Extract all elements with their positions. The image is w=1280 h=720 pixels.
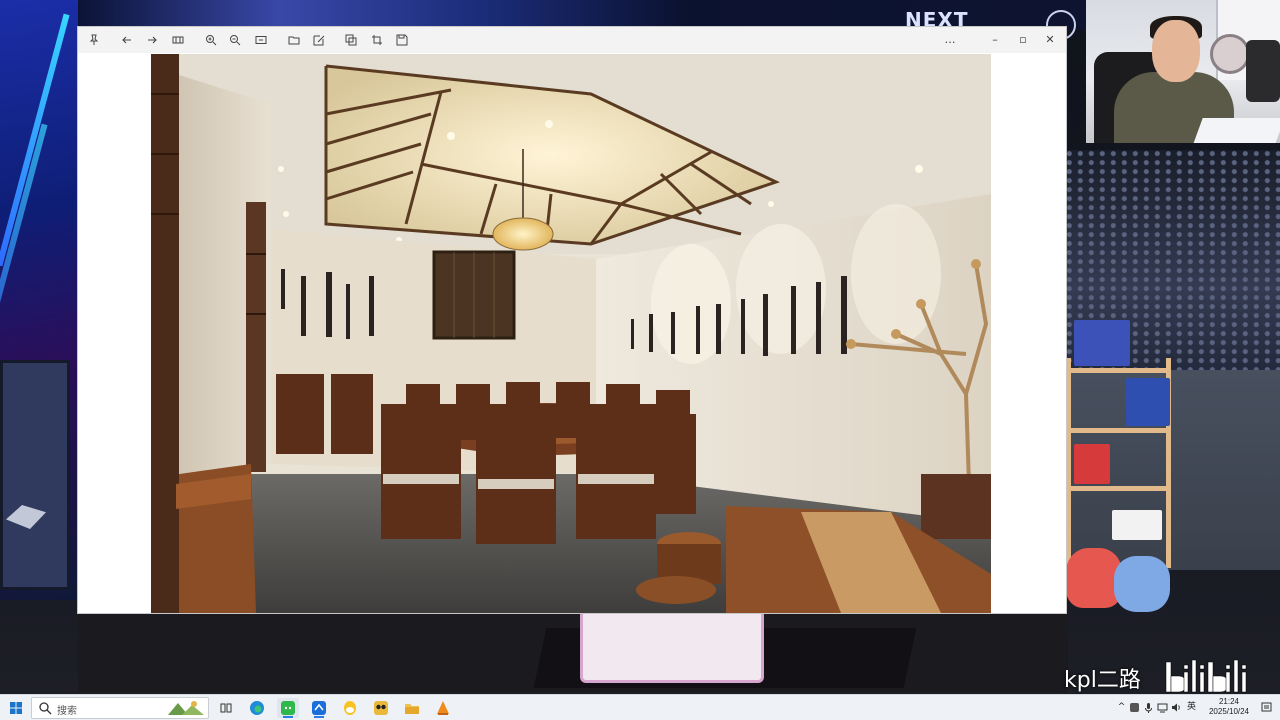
fit-screen-icon[interactable] xyxy=(252,31,270,49)
microphone xyxy=(1246,40,1280,102)
zoom-in-icon[interactable] xyxy=(202,31,220,49)
microphone-icon[interactable] xyxy=(1143,702,1154,713)
notification-icon[interactable] xyxy=(1261,702,1272,713)
save-icon[interactable] xyxy=(393,31,411,49)
windows-logo-icon xyxy=(10,702,22,714)
edge-browser-icon[interactable] xyxy=(247,698,267,718)
pin-icon[interactable] xyxy=(85,31,103,49)
wechat-active-indicator xyxy=(283,716,293,718)
clock-date[interactable]: 2025/10/24 xyxy=(1199,707,1259,716)
input-method-indicator[interactable]: 英 xyxy=(1186,702,1197,713)
tencent-meeting-icon[interactable] xyxy=(309,698,329,718)
desk-papers xyxy=(1193,118,1280,143)
file-explorer-icon[interactable] xyxy=(402,698,422,718)
stage-light-box xyxy=(580,613,764,683)
tray-overflow-icon[interactable]: ^ xyxy=(1116,702,1127,713)
taskbar-search-box[interactable]: 搜索 xyxy=(31,697,209,719)
network-icon[interactable] xyxy=(1157,702,1168,713)
qq-icon[interactable] xyxy=(340,698,360,718)
search-highlight-art-icon xyxy=(168,701,204,715)
crop-icon[interactable] xyxy=(368,31,386,49)
edit-icon[interactable] xyxy=(310,31,328,49)
copy-icon[interactable] xyxy=(342,31,360,49)
mascot-plush-blue xyxy=(1114,556,1170,612)
vlc-icon[interactable] xyxy=(433,698,453,718)
start-button[interactable] xyxy=(6,698,26,718)
displayed-photo xyxy=(151,54,991,613)
streamer-head xyxy=(1152,20,1200,82)
viewer-toolbar: … – ▫ ✕ xyxy=(78,27,1066,53)
stage-stand xyxy=(0,360,70,590)
dining-room-photo xyxy=(151,54,991,613)
close-button[interactable]: ✕ xyxy=(1041,31,1059,49)
clock-time[interactable]: 21:24 xyxy=(1205,697,1253,706)
merch-shelf xyxy=(1066,318,1176,568)
photo-viewer-window: … – ▫ ✕ xyxy=(78,27,1066,613)
meeting-active-indicator xyxy=(314,716,324,718)
forward-arrow-icon[interactable] xyxy=(143,31,161,49)
task-view-icon[interactable] xyxy=(216,698,236,718)
volume-icon[interactable] xyxy=(1171,702,1182,713)
windows-taskbar: 搜索 ^ 英 21:24 2025/10/24 xyxy=(0,694,1280,720)
channel-watermark: kpl二路 xyxy=(1064,668,1141,693)
open-folder-icon[interactable] xyxy=(285,31,303,49)
owl-app-icon[interactable] xyxy=(371,698,391,718)
search-icon xyxy=(39,702,52,715)
search-placeholder: 搜索 xyxy=(57,706,77,717)
gallery-icon[interactable] xyxy=(169,31,187,49)
tray-app-icon[interactable] xyxy=(1129,702,1140,713)
bilibili-logo xyxy=(1165,659,1247,693)
streamer-webcam xyxy=(1086,0,1280,143)
minimize-button[interactable]: – xyxy=(986,31,1004,49)
zoom-out-icon[interactable] xyxy=(226,31,244,49)
wechat-icon[interactable] xyxy=(277,698,299,718)
maximize-button[interactable]: ▫ xyxy=(1014,31,1032,49)
plush-toy xyxy=(1210,34,1250,74)
back-arrow-icon[interactable] xyxy=(118,31,136,49)
more-options-button[interactable]: … xyxy=(941,31,959,49)
